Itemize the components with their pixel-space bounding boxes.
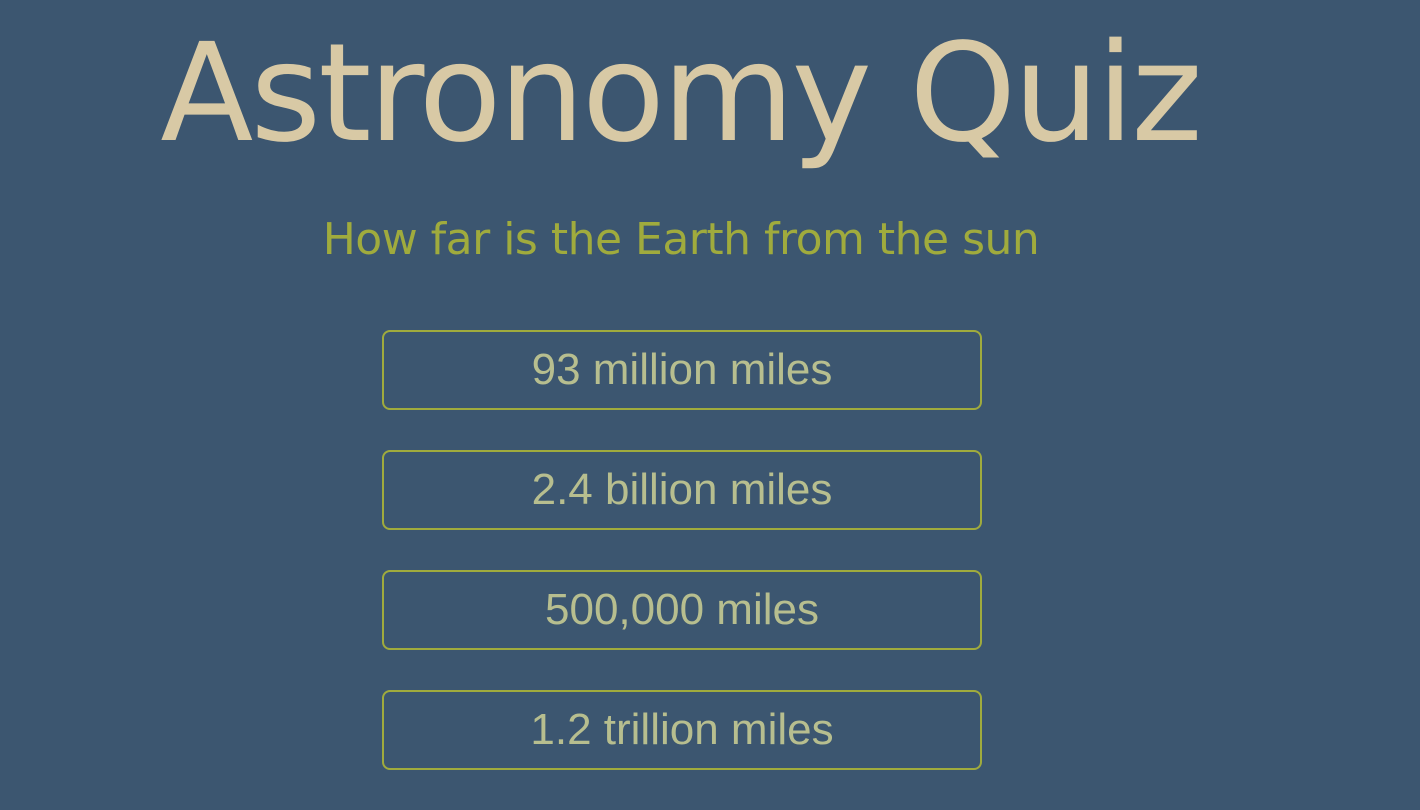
answer-list: 93 million miles 2.4 billion miles 500,0…: [382, 330, 982, 810]
quiz-title: Astronomy Quiz: [160, 15, 1202, 173]
answer-button-1-2-trillion-miles[interactable]: 1.2 trillion miles: [382, 690, 982, 770]
answer-button-93-million-miles[interactable]: 93 million miles: [382, 330, 982, 410]
answer-button-500000-miles[interactable]: 500,000 miles: [382, 570, 982, 650]
quiz-screen: Astronomy Quiz How far is the Earth from…: [0, 0, 1420, 804]
answer-button-2-4-billion-miles[interactable]: 2.4 billion miles: [382, 450, 982, 530]
quiz-question: How far is the Earth from the sun: [322, 214, 1040, 265]
